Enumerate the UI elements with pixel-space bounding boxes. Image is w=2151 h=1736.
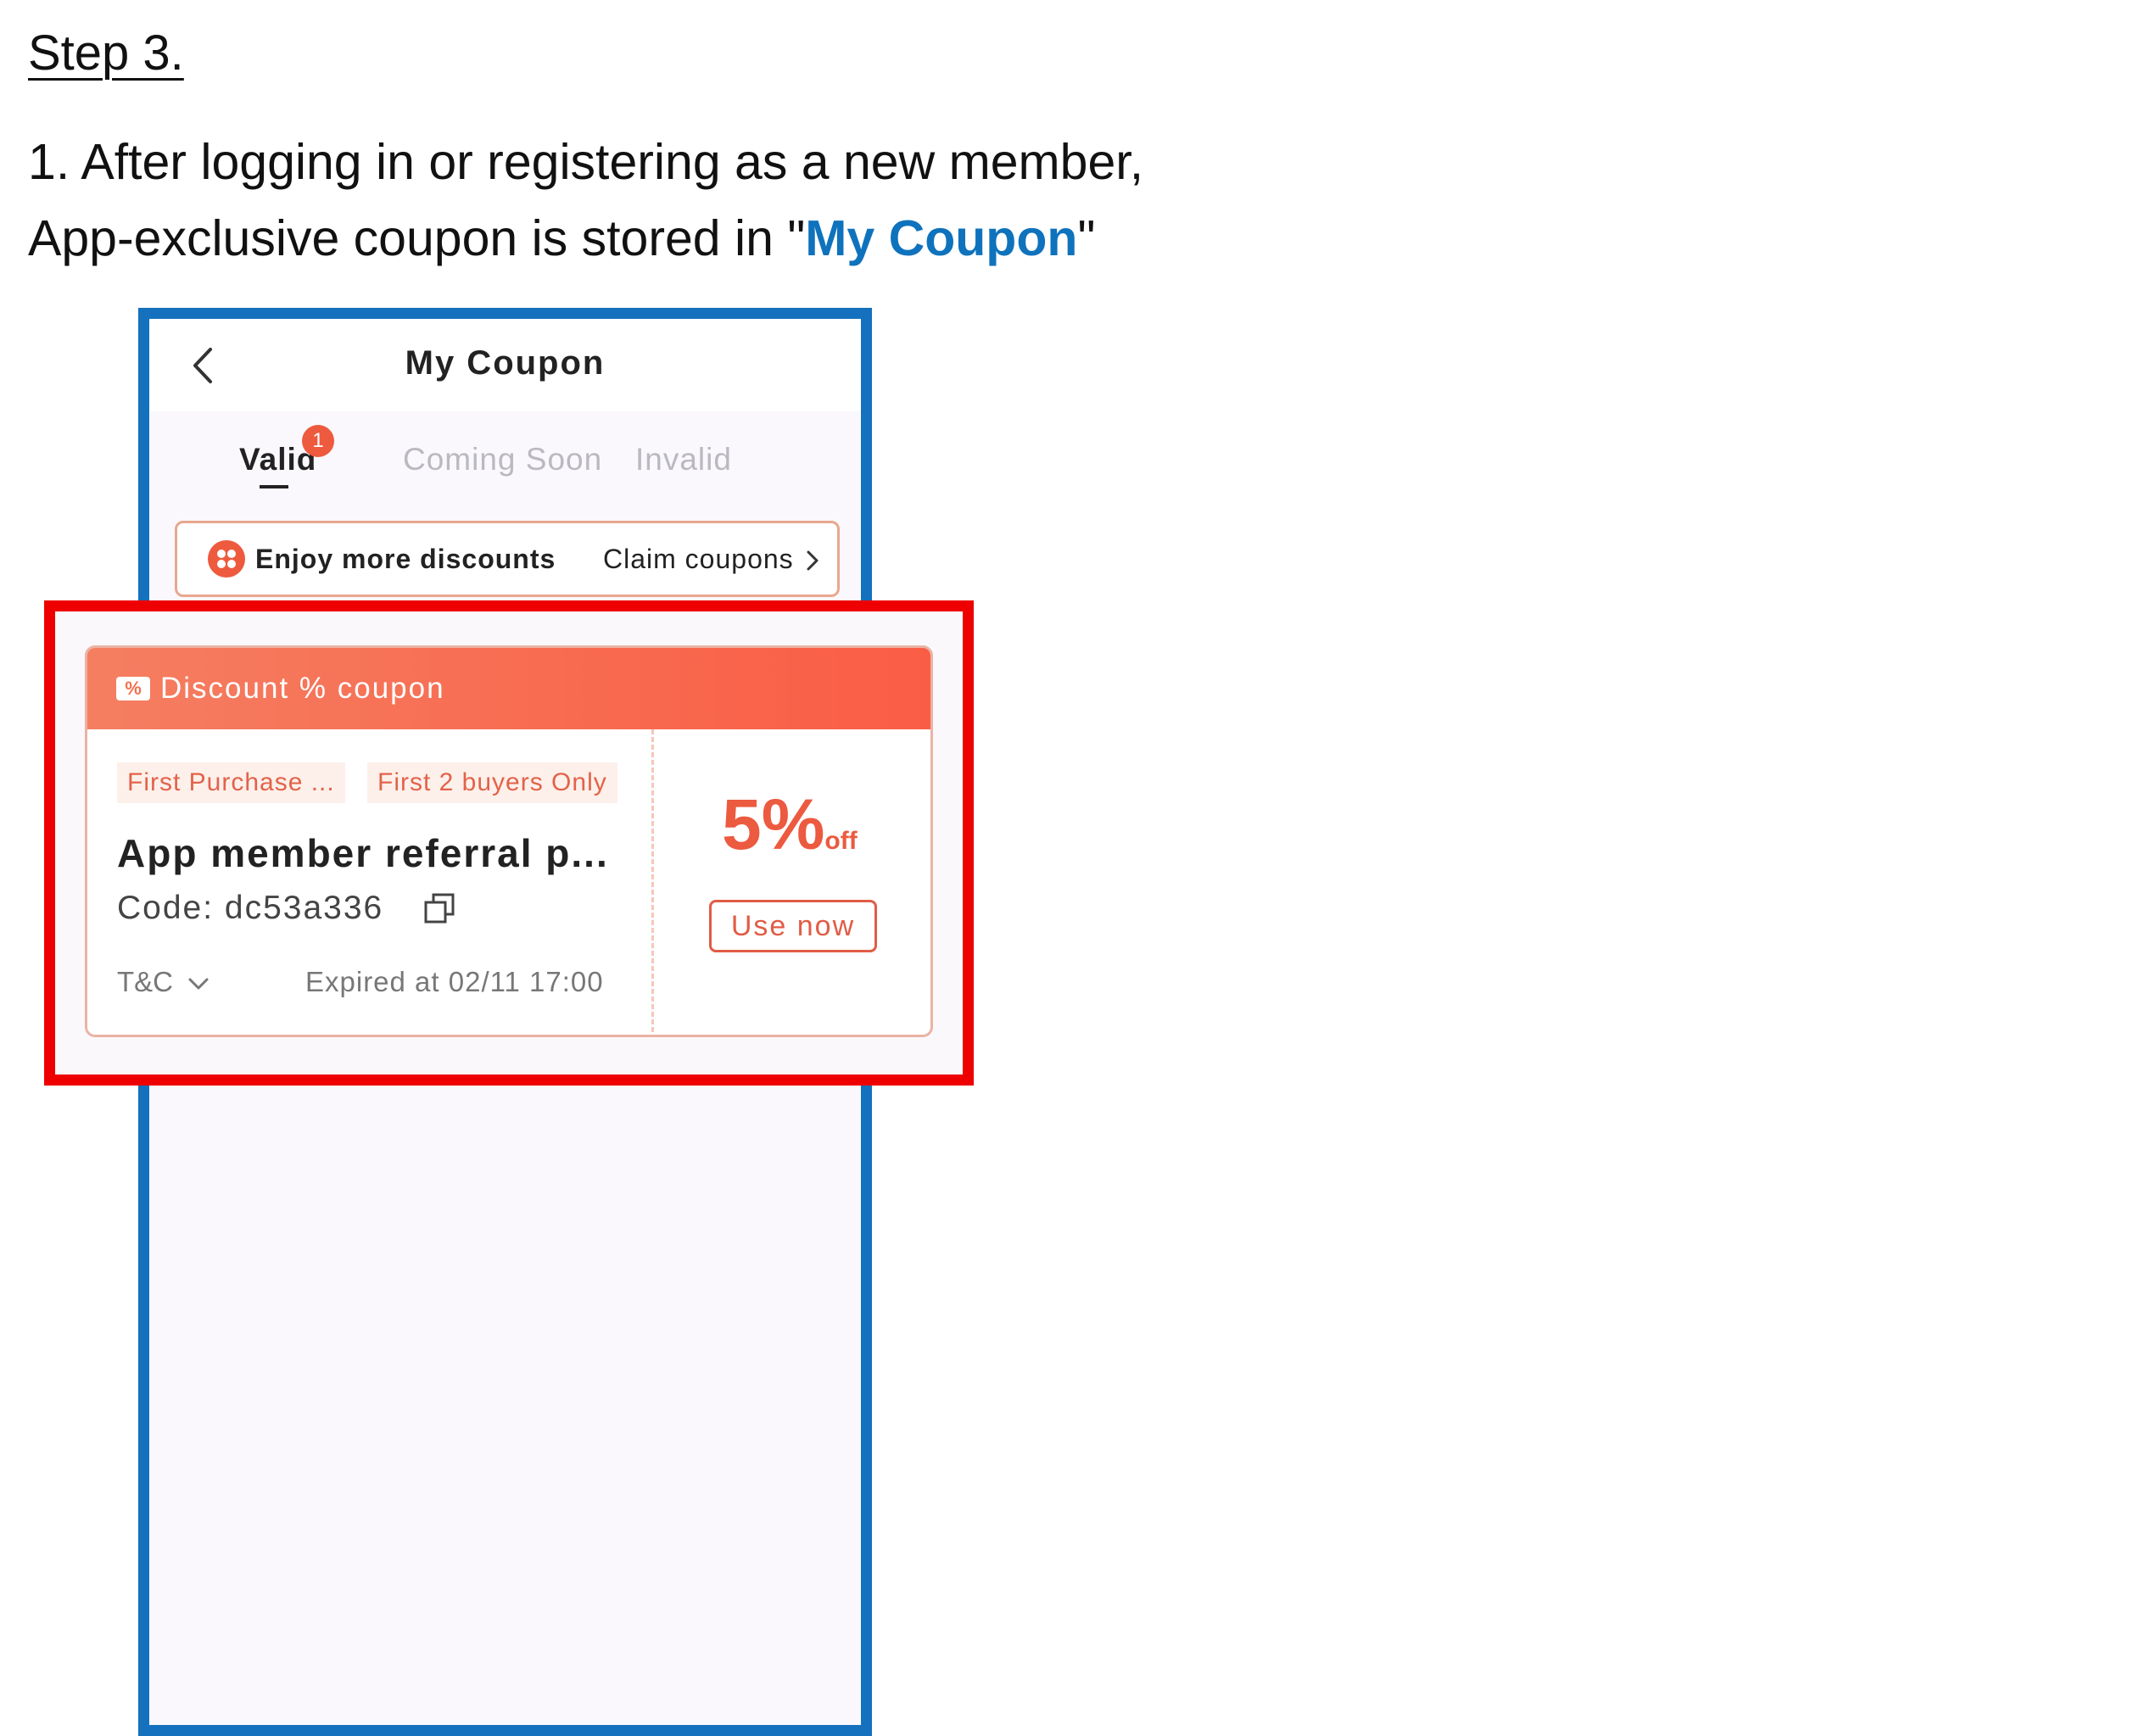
instruction-line-2: App-exclusive coupon is stored in "My Co… — [28, 208, 1095, 269]
coupon-name: App member referral p... — [117, 831, 609, 875]
tc-toggle[interactable]: T&C — [117, 966, 173, 998]
page-title: My Coupon — [405, 344, 606, 382]
instruction-suffix: " — [1077, 210, 1096, 266]
coupon-divider — [651, 729, 654, 1035]
coupon-highlight-box: % Discount % coupon First Purchase ... F… — [44, 600, 974, 1086]
tab-valid-badge: 1 — [302, 425, 334, 457]
promo-label: Enjoy more discounts — [255, 544, 556, 574]
active-tab-indicator — [260, 485, 288, 488]
copy-icon[interactable] — [422, 891, 456, 925]
chevron-right-icon — [807, 550, 818, 571]
step-title: Step 3. — [28, 25, 184, 81]
app-header: My Coupon — [149, 319, 861, 411]
use-now-button[interactable]: Use now — [709, 900, 877, 952]
coupon-type-label: Discount % coupon — [160, 672, 445, 705]
coupon-header: % Discount % coupon — [87, 648, 930, 729]
discount-value: 5% — [722, 784, 825, 864]
tab-coming-soon[interactable]: Coming Soon — [403, 442, 602, 477]
discount-amount: 5%off — [722, 784, 858, 866]
ticket-percent-icon: % — [116, 677, 150, 701]
instruction-line-1: 1. After logging in or registering as a … — [28, 134, 1144, 190]
instruction-prefix: App-exclusive coupon is stored in " — [28, 210, 806, 266]
discount-unit: off — [824, 827, 858, 855]
my-coupon-highlight: My Coupon — [805, 210, 1078, 266]
coupon-card: % Discount % coupon First Purchase ... F… — [85, 645, 933, 1037]
tab-invalid[interactable]: Invalid — [635, 442, 732, 477]
coupon-tabs: Valid 1 Coming Soon Invalid — [149, 411, 861, 509]
coupon-code: Code: dc53a336 — [117, 890, 384, 926]
claim-coupons-link[interactable]: Claim coupons — [603, 544, 794, 575]
claim-coupons-banner[interactable]: Enjoy more discounts Claim coupons — [175, 521, 840, 597]
chevron-down-icon — [188, 978, 209, 990]
coupon-expiry: Expired at 02/11 17:00 — [305, 966, 604, 997]
grid-dots-icon — [208, 540, 245, 578]
coupon-tag-first-purchase: First Purchase ... — [117, 762, 345, 803]
coupon-tag-first-buyers: First 2 buyers Only — [367, 762, 617, 803]
